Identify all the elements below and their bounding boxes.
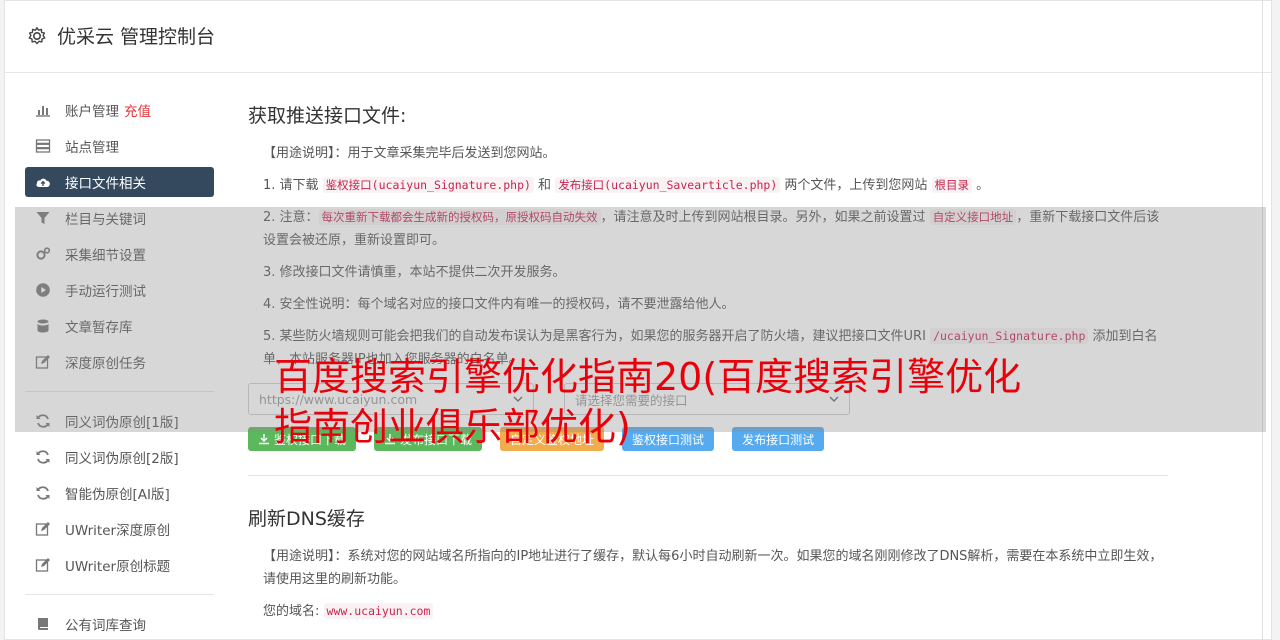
sidebar-item-public-lexicon[interactable]: 公有词库查询 [25,609,214,639]
sidebar-item-sites[interactable]: 站点管理 [25,131,214,161]
overlay-headline: 百度搜索引擎优化指南20(百度搜索引擎优化指南创业俱乐部优化) [274,355,1022,449]
usage-note: 【用途说明】：用于文章采集完毕后发送到您网站。 [263,146,556,161]
section-divider [248,475,1168,476]
domain-value: www.ucaiyun.com [323,603,434,619]
sidebar-item-label: 接口文件相关 [65,176,146,192]
sidebar-item-api-files[interactable]: 接口文件相关 [25,167,214,197]
dns-usage-note: 【用途说明】：系统对您的网站域名所指向的IP地址进行了缓存，默认每6小时自动刷新… [263,549,1163,587]
sidebar-item-label: 智能伪原创[AI版] [65,487,170,503]
app-title: 优采云 管理控制台 [57,26,216,48]
sidebar-item-label: 站点管理 [65,140,119,156]
sidebar-item-label: 公有词库查询 [65,618,146,634]
text: 和 [533,178,556,193]
sidebar-item-account[interactable]: 账户管理 充值 [25,95,214,125]
root-dir-code: 根目录 [931,177,973,193]
bar-chart-icon [36,106,50,117]
brand[interactable]: 优采云 管理控制台 [27,22,215,49]
sidebar-item-synonym-v2[interactable]: 同义词伪原创[2版] [25,442,214,472]
sidebar-item-label: 同义词伪原创[2版] [65,451,179,467]
text: 两个文件，上传到您网站 [780,178,932,193]
domain-row: 您的域名: www.ucaiyun.com [263,600,1168,623]
edit-icon [35,558,50,572]
sidebar-item-label: UWriter原创标题 [65,559,171,575]
sidebar-item-uwriter-title[interactable]: UWriter原创标题 [25,550,214,580]
section-title-dns: 刷新DNS缓存 [248,508,365,530]
server-icon [35,139,51,153]
sidebar-item-ai-rewrite[interactable]: 智能伪原创[AI版] [25,478,214,508]
book-icon [38,618,48,630]
recharge-link[interactable]: 充值 [124,100,151,120]
sidebar-divider [25,594,214,595]
sidebar-item-uwriter-deep[interactable]: UWriter深度原创 [25,514,214,544]
domain-label: 您的域名: [263,604,320,619]
topbar: 优采云 管理控制台 [5,1,1271,73]
sidebar-item-label: 账户管理 [65,104,119,120]
refresh-icon [36,450,50,464]
step-1: 1. 请下载 鉴权接口(ucaiyun_Signature.php) 和 发布接… [263,174,1168,197]
refresh-icon [36,486,50,500]
sidebar-item-label: UWriter深度原创 [65,523,171,539]
section-title-push-files: 获取推送接口文件: [248,105,407,127]
text: 1. 请下载 [263,178,323,193]
signature-file-code: 鉴权接口(ucaiyun_Signature.php) [322,177,534,193]
gear-icon [28,26,46,44]
text: 。 [972,178,990,193]
savearticle-file-code: 发布接口(ucaiyun_Savearticle.php) [555,177,781,193]
cloud-upload-icon [36,178,50,187]
edit-icon [35,522,50,536]
download-icon [259,434,269,445]
